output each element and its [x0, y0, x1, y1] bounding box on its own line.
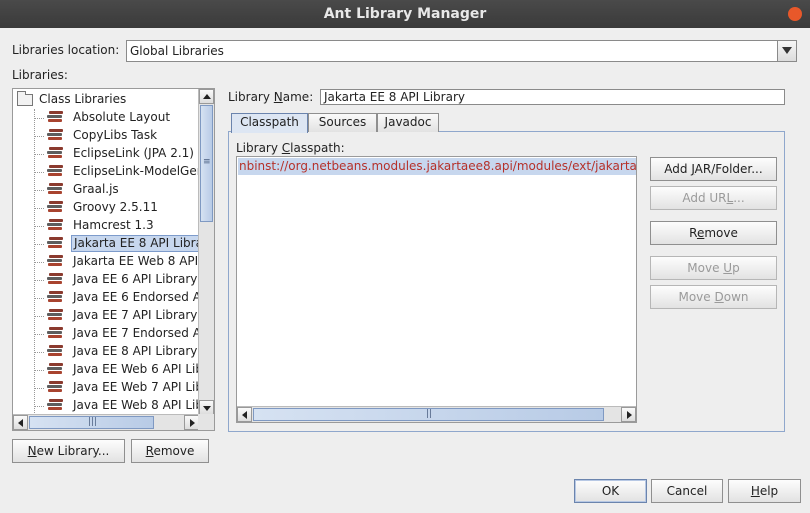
tree-guide-line	[34, 298, 44, 299]
window-title: Ant Library Manager	[323, 6, 487, 22]
tree-guide-line	[34, 262, 44, 263]
tree-item-label: Hamcrest 1.3	[73, 218, 154, 232]
scroll-left-arrow-icon[interactable]	[237, 407, 252, 422]
libraries-location-value: Global Libraries	[130, 44, 224, 58]
remove-library-button[interactable]: Remove	[131, 439, 209, 463]
library-icon	[47, 165, 63, 179]
tree-vertical-scrollbar[interactable]: ≡	[198, 89, 214, 415]
tree-root-class-libraries[interactable]: Class Libraries	[17, 90, 127, 110]
tree-guide-line	[34, 352, 44, 353]
tree-guide-line	[34, 406, 44, 407]
tree-horizontal-scrollbar[interactable]: |||	[13, 414, 199, 430]
libraries-tree[interactable]: Class Libraries Absolute Layout CopyLibs …	[12, 88, 215, 431]
classpath-horizontal-scrollbar[interactable]: ||	[237, 406, 636, 422]
window-titlebar: Ant Library Manager	[0, 0, 810, 28]
tree-guide-line	[34, 136, 44, 137]
scroll-right-arrow-icon[interactable]	[621, 407, 636, 422]
grip-icon: |||	[88, 417, 98, 427]
library-icon	[47, 255, 63, 269]
cancel-button[interactable]: Cancel	[651, 479, 723, 503]
tree-item-label: Java EE Web 6 API Librar	[73, 362, 199, 376]
scroll-left-arrow-icon[interactable]	[13, 415, 28, 430]
library-icon	[47, 201, 63, 215]
tree-guide-line	[34, 370, 44, 371]
tree-item-label: Java EE 7 API Library	[73, 308, 198, 322]
ok-button[interactable]: OK	[574, 479, 647, 503]
tree-item-label: Java EE 6 API Library	[73, 272, 198, 286]
scroll-right-arrow-icon[interactable]	[184, 415, 199, 430]
library-icon	[47, 183, 63, 197]
folder-icon	[17, 90, 33, 106]
tree-item-label: CopyLibs Task	[73, 128, 158, 142]
tree-item-label: Java EE Web 8 API Librar	[73, 398, 199, 412]
tree-guide-line	[34, 244, 44, 245]
library-icon	[47, 381, 63, 395]
libraries-location-combo[interactable]: Global Libraries	[126, 40, 797, 62]
library-icon	[47, 111, 63, 125]
library-icon	[47, 273, 63, 287]
library-name-input[interactable]: Jakarta EE 8 API Library	[320, 89, 785, 105]
library-icon	[47, 237, 63, 251]
tree-guide-line	[34, 280, 44, 281]
move-down-button[interactable]: Move Down	[650, 285, 777, 309]
tree-guide-line	[34, 226, 44, 227]
library-classpath-label: Library Classpath:	[236, 141, 345, 155]
new-library-button[interactable]: New Library...	[12, 439, 125, 463]
tab-classpath[interactable]: Classpath	[231, 113, 308, 133]
classpath-entry[interactable]: nbinst://org.netbeans.modules.jakartaee8…	[238, 158, 636, 175]
tree-item-label: Jakarta EE Web 8 API Libr	[73, 254, 199, 268]
tree-guide-line	[34, 172, 44, 173]
add-url-button[interactable]: Add URL...	[650, 186, 777, 210]
tree-guide-line	[34, 154, 44, 155]
tree-item-label: EclipseLink (JPA 2.1)	[73, 146, 194, 160]
tree-item-label: Groovy 2.5.11	[73, 200, 158, 214]
tab-javadoc[interactable]: Javadoc	[377, 113, 439, 132]
tree-vscroll-thumb[interactable]: ≡	[200, 105, 213, 222]
scroll-up-arrow-icon[interactable]	[199, 89, 214, 104]
scroll-corner	[198, 414, 214, 430]
tree-item-label: Jakarta EE 8 API Library	[71, 235, 199, 252]
help-button[interactable]: Help	[728, 479, 801, 503]
tree-root-label: Class Libraries	[39, 92, 127, 106]
tree-item-label: Java EE 6 Endorsed API L	[73, 290, 199, 304]
library-name-label: Library Name:	[228, 90, 314, 104]
tree-guide-line	[34, 190, 44, 191]
library-icon	[47, 291, 63, 305]
tab-sources[interactable]: Sources	[308, 113, 377, 132]
move-up-button[interactable]: Move Up	[650, 256, 777, 280]
libraries-label: Libraries:	[12, 68, 68, 82]
close-window-button[interactable]	[788, 7, 802, 21]
library-icon	[47, 363, 63, 377]
classpath-hscroll-thumb[interactable]: ||	[253, 408, 604, 421]
tree-guide-line	[34, 118, 44, 119]
tree-hscroll-thumb[interactable]: |||	[29, 416, 154, 429]
tree-item-label: Java EE 8 API Library	[73, 344, 198, 358]
library-icon	[47, 399, 63, 413]
chevron-down-icon[interactable]	[777, 41, 796, 61]
remove-classpath-button[interactable]: Remove	[650, 221, 777, 245]
scroll-down-arrow-icon[interactable]	[199, 400, 214, 415]
add-jar-folder-button[interactable]: Add JAR/Folder...	[650, 157, 777, 181]
library-icon	[47, 147, 63, 161]
tree-guide-line	[34, 334, 44, 335]
tree-item-label: Java EE 7 Endorsed API L	[73, 326, 199, 340]
library-icon	[47, 219, 63, 233]
library-icon	[47, 309, 63, 323]
tree-item-label: Graal.js	[73, 182, 119, 196]
grip-icon: ||	[426, 409, 433, 419]
library-icon	[47, 327, 63, 341]
libraries-location-label: Libraries location:	[12, 43, 120, 57]
tree-item-label: Absolute Layout	[73, 110, 171, 124]
library-icon	[47, 345, 63, 359]
tree-item-label: Java EE Web 7 API Librar	[73, 380, 199, 394]
tree-guide-line	[34, 208, 44, 209]
tree-item-label: EclipseLink-ModelGen (JP	[73, 164, 199, 178]
grip-icon: ≡	[203, 157, 211, 167]
tree-guide-line	[34, 316, 44, 317]
library-icon	[47, 129, 63, 143]
tree-guide-line	[34, 388, 44, 389]
classpath-list[interactable]: nbinst://org.netbeans.modules.jakartaee8…	[236, 156, 637, 423]
